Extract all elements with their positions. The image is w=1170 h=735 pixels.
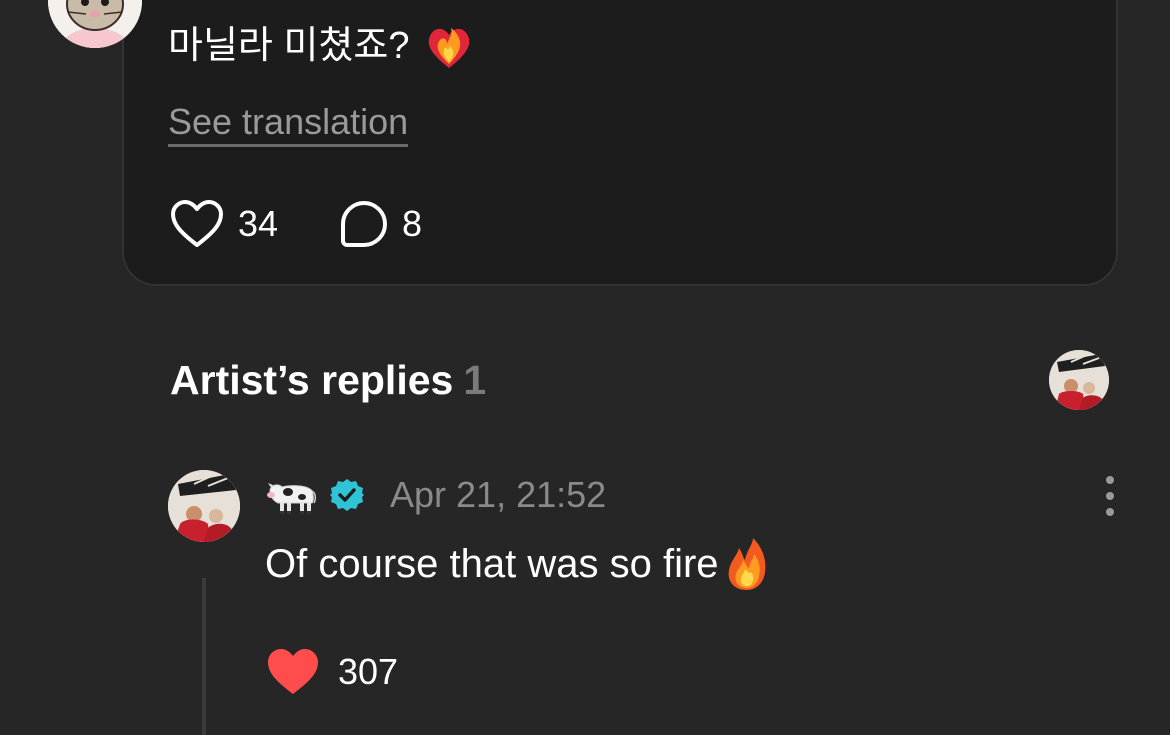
artist-replies-title: Artist’s replies bbox=[170, 357, 454, 403]
page: 마닐라 미쳤죠? See translation 34 8 Artist’s r… bbox=[0, 0, 1170, 735]
like-button[interactable]: 34 bbox=[170, 199, 278, 249]
artist-avatar-small[interactable] bbox=[1049, 350, 1109, 410]
thread-connector-line bbox=[202, 578, 206, 735]
heart-on-fire-icon bbox=[429, 28, 470, 68]
heart-filled-icon bbox=[268, 649, 318, 694]
reply-text: Of course that was so fire bbox=[265, 542, 719, 586]
see-translation-link[interactable]: See translation bbox=[168, 100, 409, 147]
post-like-count: 34 bbox=[238, 203, 279, 244]
comment-button[interactable]: 8 bbox=[340, 200, 422, 248]
fire-icon bbox=[728, 538, 765, 590]
artist-photo bbox=[1049, 350, 1109, 410]
artist-replies-count: 1 bbox=[463, 357, 487, 403]
reply-like-count: 307 bbox=[338, 651, 399, 692]
verified-badge-icon bbox=[330, 479, 364, 511]
post-comment-count: 8 bbox=[402, 203, 423, 244]
reply-text-row: Of course that was so fire bbox=[265, 536, 771, 592]
post-text-row: 마닐라 미쳤죠? bbox=[168, 18, 475, 74]
post-text: 마닐라 미쳤죠? bbox=[168, 25, 410, 67]
reply-timestamp: Apr 21, 21:52 bbox=[390, 474, 607, 515]
heart-outline-icon bbox=[171, 200, 223, 247]
more-options-button[interactable] bbox=[1096, 474, 1124, 518]
comment-bubble-icon bbox=[341, 201, 388, 247]
post-actions: 34 8 bbox=[170, 196, 422, 252]
cow-icon bbox=[267, 483, 317, 514]
reply-meta: Apr 21, 21:52 bbox=[266, 470, 606, 520]
artist-replies-heading: Artist’s replies 1 bbox=[170, 352, 486, 408]
artist-photo bbox=[168, 470, 240, 542]
more-vertical-icon bbox=[1106, 476, 1114, 516]
reply-like-button[interactable]: 307 bbox=[266, 644, 398, 700]
reply-author-avatar[interactable] bbox=[168, 470, 240, 542]
